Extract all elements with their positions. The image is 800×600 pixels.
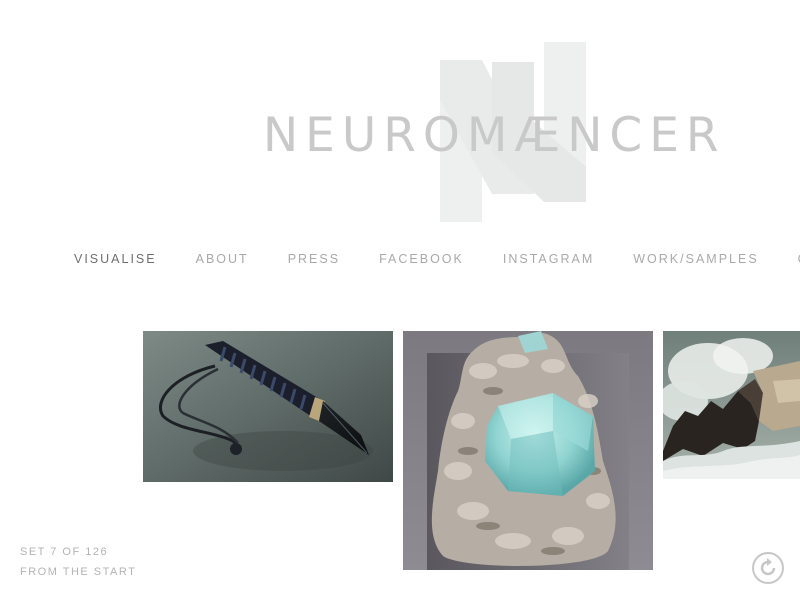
restart-icon[interactable] — [751, 551, 785, 585]
nav-item-press[interactable]: PRESS — [288, 251, 340, 267]
nav-item-instagram[interactable]: INSTAGRAM — [503, 251, 594, 267]
set-counter: SET 7 OF 126 — [20, 546, 109, 558]
gallery-photo-waves[interactable] — [663, 331, 800, 479]
main-nav: VISUALISE ABOUT PRESS FACEBOOK INSTAGRAM… — [74, 251, 800, 267]
from-the-start-link[interactable]: FROM THE START — [20, 562, 136, 582]
nav-item-visualise[interactable]: VISUALISE — [74, 251, 157, 267]
nav-item-about[interactable]: ABOUT — [196, 251, 249, 267]
page: NEUROMÆNCER VISUALISE ABOUT PRESS FACEBO… — [0, 0, 800, 600]
gallery-photo-knife[interactable] — [143, 331, 393, 482]
nav-item-work-samples[interactable]: WORK/SAMPLES — [633, 251, 758, 267]
set-info: SET 7 OF 126 FROM THE START — [20, 542, 136, 582]
site-logo-text[interactable]: NEUROMÆNCER — [263, 108, 726, 164]
gallery-photo-crystal[interactable] — [403, 331, 653, 570]
nav-item-facebook[interactable]: FACEBOOK — [379, 251, 464, 267]
